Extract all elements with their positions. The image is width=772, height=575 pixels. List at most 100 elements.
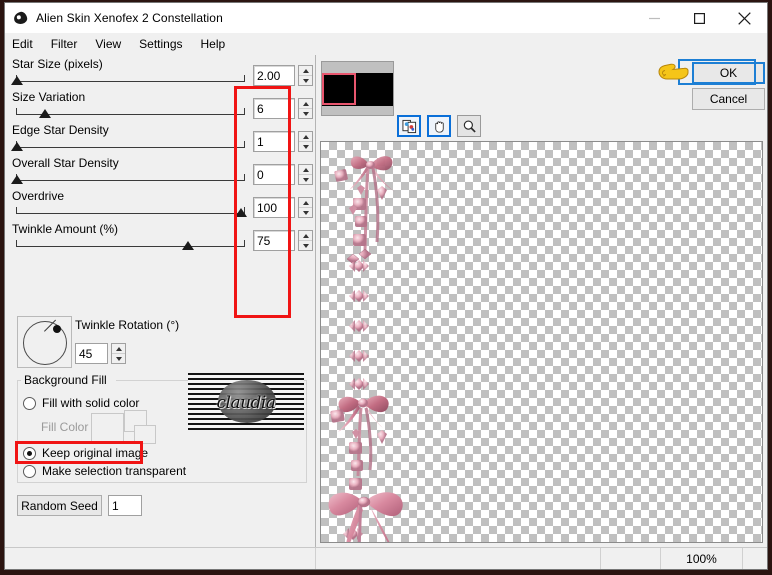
slider-thumb[interactable] — [11, 142, 23, 151]
slider-label: Overall Star Density — [12, 156, 119, 170]
radio-fill-with-solid-color[interactable]: Fill with solid color — [23, 396, 139, 410]
slider-track[interactable] — [16, 207, 245, 214]
radio-icon[interactable] — [23, 396, 36, 410]
slider-value-input[interactable]: 75 — [253, 230, 295, 251]
radio-icon[interactable] — [23, 464, 36, 478]
radio-keep-original-image[interactable]: Keep original image — [23, 446, 148, 460]
dial-knob-icon[interactable] — [53, 325, 61, 333]
minimize-icon[interactable] — [632, 3, 677, 33]
twinkle-rotation-spinner[interactable] — [111, 343, 126, 364]
cancel-button[interactable]: Cancel — [692, 88, 765, 110]
radio-icon[interactable] — [23, 446, 36, 460]
spinner-up-icon[interactable] — [299, 132, 312, 142]
slider-label: Overdrive — [12, 189, 65, 203]
watermark-text: claudia — [216, 393, 277, 413]
slider-row-edge-star-density: Edge Star Density 1 — [5, 123, 316, 156]
random-seed-value: 1 — [112, 499, 119, 513]
navigator-selection-rect[interactable] — [322, 73, 356, 105]
close-icon[interactable] — [722, 3, 767, 33]
slider-thumb[interactable] — [11, 76, 23, 85]
slider-value-input[interactable]: 6 — [253, 98, 295, 119]
window-body: Star Size (pixels) 2.00 Size Variation 6 — [5, 55, 767, 547]
twinkle-rotation-input[interactable]: 45 — [75, 343, 108, 364]
slider-label: Size Variation — [12, 90, 86, 104]
random-seed-input[interactable]: 1 — [108, 495, 142, 516]
slider-spinner[interactable] — [298, 197, 313, 218]
slider-value: 75 — [257, 234, 271, 248]
status-cell-spacer — [601, 548, 661, 569]
maximize-icon[interactable] — [677, 3, 722, 33]
twinkle-rotation-label: Twinkle Rotation (°) — [75, 318, 180, 332]
preview-toggle-tool[interactable] — [397, 115, 421, 137]
status-bar: 100% — [5, 547, 767, 569]
preview-canvas[interactable] — [320, 141, 763, 543]
app-blob-icon — [12, 10, 29, 26]
spinner-up-icon[interactable] — [299, 231, 312, 241]
spinner-down-icon[interactable] — [299, 208, 312, 217]
slider-spinner[interactable] — [298, 164, 313, 185]
spinner-down-icon[interactable] — [299, 241, 312, 250]
status-cell-message — [316, 548, 601, 569]
slider-value: 0 — [257, 168, 264, 182]
title-bar: Alien Skin Xenofex 2 Constellation — [5, 3, 767, 33]
slider-track[interactable] — [16, 240, 245, 247]
spinner-up-icon[interactable] — [299, 198, 312, 208]
slider-value: 2.00 — [257, 69, 281, 83]
status-cell-left — [5, 548, 316, 569]
radio-label: Keep original image — [42, 446, 149, 460]
slider-value: 6 — [257, 102, 264, 116]
zoom-magnifier-tool[interactable] — [457, 115, 481, 137]
fill-color-swatch-tertiary[interactable] — [134, 425, 156, 444]
slider-value-input[interactable]: 0 — [253, 164, 295, 185]
menu-item-settings[interactable]: Settings — [139, 35, 191, 53]
slider-thumb[interactable] — [39, 109, 51, 118]
spinner-down-icon[interactable] — [299, 175, 312, 184]
spinner-down-icon[interactable] — [112, 354, 125, 363]
random-seed-button[interactable]: Random Seed — [17, 495, 102, 516]
spinner-down-icon[interactable] — [299, 142, 312, 151]
fill-color-label: Fill Color — [41, 420, 89, 434]
menu-bar: Edit Filter View Settings Help — [5, 33, 767, 55]
slider-spinner[interactable] — [298, 65, 313, 86]
slider-thumb[interactable] — [182, 241, 194, 250]
window-title: Alien Skin Xenofex 2 Constellation — [36, 11, 223, 25]
slider-row-star-size: Star Size (pixels) 2.00 — [5, 57, 316, 90]
spinner-up-icon[interactable] — [299, 165, 312, 175]
slider-spinner[interactable] — [298, 131, 313, 152]
slider-track[interactable] — [16, 174, 245, 181]
radio-label: Make selection transparent — [42, 464, 187, 478]
slider-spinner[interactable] — [298, 230, 313, 251]
slider-row-size-variation: Size Variation 6 — [5, 90, 316, 123]
slider-row-twinkle-amount: Twinkle Amount (%) 75 — [5, 222, 316, 255]
slider-value-input[interactable]: 2.00 — [253, 65, 295, 86]
slider-label: Star Size (pixels) — [12, 57, 103, 71]
spinner-up-icon[interactable] — [299, 66, 312, 76]
menu-item-filter[interactable]: Filter — [51, 35, 87, 53]
ok-button[interactable]: OK — [692, 62, 765, 84]
slider-value-input[interactable]: 1 — [253, 131, 295, 152]
slider-thumb[interactable] — [11, 175, 23, 184]
slider-thumb[interactable] — [235, 208, 247, 217]
menu-item-view[interactable]: View — [95, 35, 130, 53]
window-controls — [632, 3, 767, 33]
rotation-dial[interactable] — [17, 316, 72, 368]
pan-hand-tool[interactable] — [427, 115, 451, 137]
menu-item-edit[interactable]: Edit — [12, 35, 42, 53]
claudia-watermark: claudia — [188, 373, 304, 430]
spinner-up-icon[interactable] — [299, 99, 312, 109]
spinner-down-icon[interactable] — [299, 76, 312, 85]
pointing-hand-cursor — [657, 61, 691, 90]
slider-track[interactable] — [16, 75, 245, 82]
slider-track[interactable] — [16, 141, 245, 148]
fill-color-swatch-primary[interactable] — [91, 413, 124, 443]
slider-value-input[interactable]: 100 — [253, 197, 295, 218]
slider-value: 100 — [257, 201, 278, 215]
menu-item-help[interactable]: Help — [201, 35, 235, 53]
spinner-up-icon[interactable] — [112, 344, 125, 354]
slider-spinner[interactable] — [298, 98, 313, 119]
radio-make-selection-transparent[interactable]: Make selection transparent — [23, 464, 186, 478]
navigator-thumbnail[interactable] — [321, 61, 394, 116]
controls-panel: Star Size (pixels) 2.00 Size Variation 6 — [5, 55, 316, 547]
slider-row-overdrive: Overdrive 100 — [5, 189, 316, 222]
spinner-down-icon[interactable] — [299, 109, 312, 118]
